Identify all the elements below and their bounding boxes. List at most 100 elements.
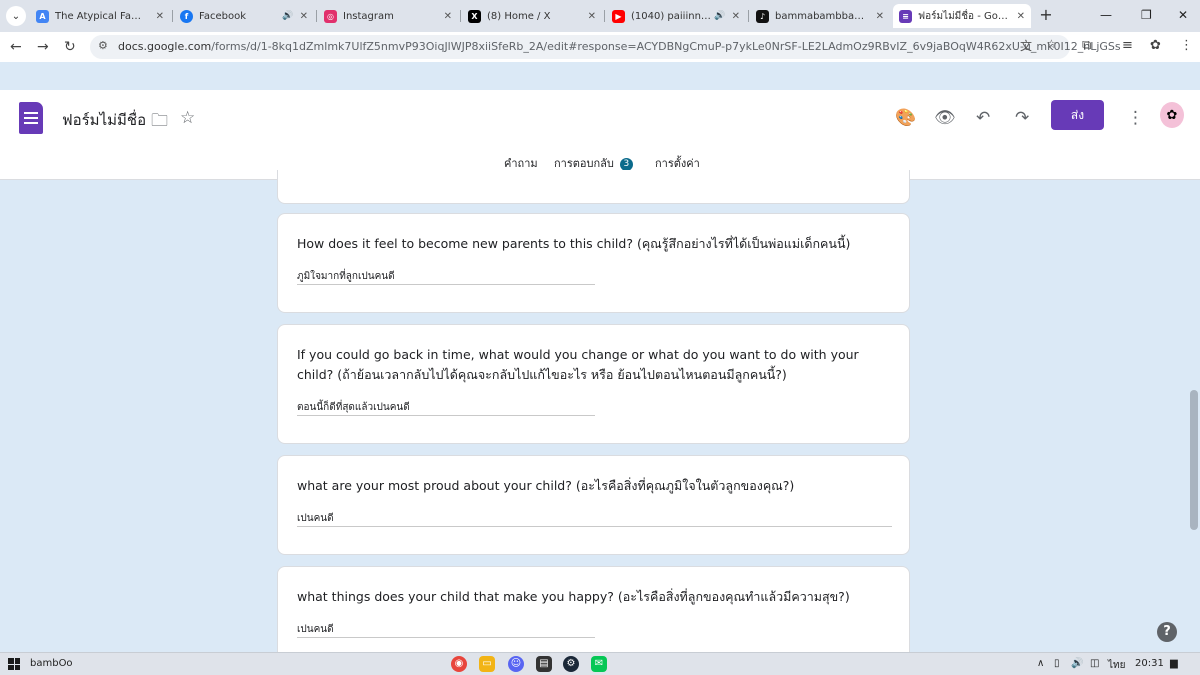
address-bar[interactable]: ⚙ docs.google.com/forms/d/1-8kq1dZmlmk7U… — [90, 35, 1121, 59]
question-title: If you could go back in time, what would… — [297, 347, 859, 382]
tab-label: การตั้งค่า — [655, 157, 700, 170]
tab-label: ฟอร์มไม่มีชื่อ - Google — [918, 10, 1011, 22]
windows-taskbar: bambOo ◉ ▭ ☺ ▤ ⚙ ✉ ∧ ▯ 🔊 ◫ ไทย 20:31 ▆ — [0, 652, 1200, 675]
steam-icon[interactable]: ⚙ — [563, 656, 579, 672]
tab-label: Facebook — [199, 10, 246, 22]
close-icon[interactable]: ✕ — [588, 11, 596, 22]
battery-icon[interactable]: ▯ — [1054, 658, 1060, 669]
close-icon[interactable]: ✕ — [300, 11, 308, 22]
docs-icon: A — [36, 9, 49, 23]
browser-tab-strip: ⌄ A The Atypical Family EP ✕ f Facebook … — [0, 0, 1200, 32]
media-controls-icon[interactable]: ≡ — [1122, 38, 1133, 53]
browser-tab-4[interactable]: ▶ (1040) paiiinntt x L 🔊 ✕ — [606, 4, 746, 28]
preview-eye-icon[interactable]: 👁 — [934, 108, 956, 128]
new-tab-button[interactable]: + — [1036, 6, 1056, 26]
send-button[interactable]: ส่ง — [1051, 100, 1104, 130]
close-icon[interactable]: ✕ — [732, 11, 740, 22]
browser-tab-1[interactable]: f Facebook 🔊 ✕ — [174, 4, 314, 28]
browser-tab-2[interactable]: ◎ Instagram ✕ — [318, 4, 458, 28]
answer-text: เปนคนดี — [297, 624, 334, 635]
close-icon[interactable]: ✕ — [876, 11, 884, 22]
speaker-icon[interactable]: 🔊 — [282, 11, 293, 21]
network-icon[interactable]: ◫ — [1090, 658, 1099, 669]
question-card: How does it feel to become new parents t… — [277, 213, 910, 313]
star-icon[interactable]: ☆ — [180, 108, 195, 128]
line-icon[interactable]: ✉ — [591, 656, 607, 672]
more-options-icon[interactable]: ⋮ — [1127, 108, 1144, 128]
taskbar-user[interactable]: bambOo — [30, 658, 73, 669]
previous-card-bottom — [277, 170, 910, 204]
chrome-icon[interactable]: ◉ — [451, 656, 467, 672]
site-info-icon[interactable]: ⚙ — [98, 39, 108, 52]
file-explorer-icon[interactable]: ▭ — [479, 656, 495, 672]
windows-start-icon[interactable] — [8, 658, 20, 670]
reload-icon[interactable]: ↻ — [64, 39, 76, 55]
x-icon: X — [468, 9, 481, 23]
tray-chevron-icon[interactable]: ∧ — [1037, 658, 1044, 669]
browser-tab-6[interactable]: ≡ ฟอร์มไม่มีชื่อ - Google ✕ — [893, 4, 1031, 28]
back-arrow-icon[interactable]: ← — [10, 39, 22, 55]
facebook-icon: f — [180, 9, 193, 23]
palette-icon[interactable]: 🎨 — [895, 108, 916, 128]
tab-label: Instagram — [343, 10, 394, 22]
browser-toolbar: ← → ↻ ⚙ docs.google.com/forms/d/1-8kq1dZ… — [0, 32, 1200, 62]
tab-separator — [172, 10, 173, 22]
browser-tab-0[interactable]: A The Atypical Family EP ✕ — [30, 4, 170, 28]
help-icon[interactable]: ? — [1157, 622, 1177, 642]
tab-label: (8) Home / X — [487, 10, 551, 22]
clock[interactable]: 20:31 — [1135, 658, 1164, 669]
forward-arrow-icon[interactable]: → — [37, 39, 49, 55]
question-title: what are your most proud about your chil… — [297, 478, 795, 493]
question-title: what things does your child that make yo… — [297, 589, 850, 604]
question-card: what are your most proud about your chil… — [277, 455, 910, 555]
tiktok-icon: ♪ — [756, 9, 769, 23]
restore-icon[interactable]: ❐ — [1141, 8, 1152, 22]
volume-icon[interactable]: 🔊 — [1071, 658, 1083, 669]
question-card: what things does your child that make yo… — [277, 566, 910, 666]
close-icon[interactable]: ✕ — [444, 11, 452, 22]
answer-underline — [297, 637, 595, 638]
instagram-icon: ◎ — [324, 9, 337, 23]
translate-icon[interactable]: 文 — [1020, 37, 1032, 54]
bookmark-star-icon[interactable]: ☆ — [1046, 37, 1057, 51]
close-icon[interactable]: ✕ — [1017, 11, 1025, 22]
answer-text: ตอนนี้ก็ดีที่สุดแล้วเปนคนดี — [297, 402, 410, 413]
game-app-icon[interactable]: ▤ — [536, 656, 552, 672]
question-card: If you could go back in time, what would… — [277, 324, 910, 444]
language-indicator[interactable]: ไทย — [1108, 658, 1125, 673]
forms-header: ฟอร์มไม่มีชื่อ 🗀 ☆ 🎨 👁 ↶ ↷ ส่ง ⋮ ✿ คำถาม… — [0, 90, 1200, 180]
youtube-icon: ▶ — [612, 9, 625, 23]
tab-search-chevron-icon[interactable]: ⌄ — [6, 6, 26, 26]
page-scrollbar[interactable] — [1190, 390, 1198, 530]
browser-menu-icon[interactable]: ⋮ — [1180, 38, 1193, 53]
speaker-icon[interactable]: 🔊 — [714, 11, 725, 21]
tab-label: คำถาม — [504, 157, 538, 170]
extensions-icon[interactable]: ⧉ — [1082, 38, 1091, 53]
close-window-icon[interactable]: ✕ — [1178, 8, 1188, 22]
redo-icon[interactable]: ↷ — [1015, 108, 1029, 128]
minimize-icon[interactable]: — — [1100, 8, 1112, 22]
tab-separator — [460, 10, 461, 22]
browser-tab-5[interactable]: ♪ bammabambbam (@b ✕ — [750, 4, 890, 28]
url-host: docs.google.com — [118, 40, 212, 53]
discord-icon[interactable]: ☺ — [508, 656, 524, 672]
browser-tab-3[interactable]: X (8) Home / X ✕ — [462, 4, 602, 28]
question-title: How does it feel to become new parents t… — [297, 236, 851, 251]
google-forms-logo-icon[interactable] — [19, 102, 43, 134]
url-path: /forms/d/1-8kq1dZmlmk7UlfZ5nmvP93OiqJlWJ… — [211, 40, 1121, 53]
avatar[interactable]: ✿ — [1160, 102, 1184, 128]
tab-label: The Atypical Family EP — [55, 10, 150, 22]
tab-label: bammabambbam (@b — [775, 10, 870, 22]
profile-avatar-icon[interactable]: ✿ — [1150, 38, 1161, 53]
tab-separator — [316, 10, 317, 22]
form-title[interactable]: ฟอร์มไม่มีชื่อ — [62, 108, 146, 132]
tab-separator — [748, 10, 749, 22]
forms-icon: ≡ — [899, 9, 912, 23]
notifications-icon[interactable]: ▆ — [1170, 658, 1178, 669]
folder-icon[interactable]: 🗀 — [151, 108, 168, 137]
undo-icon[interactable]: ↶ — [976, 108, 990, 128]
close-icon[interactable]: ✕ — [156, 11, 164, 22]
answer-text: ภูมิใจมากที่ลูกเปนคนดี — [297, 271, 395, 282]
answer-underline — [297, 284, 595, 285]
answer-underline — [297, 526, 892, 527]
